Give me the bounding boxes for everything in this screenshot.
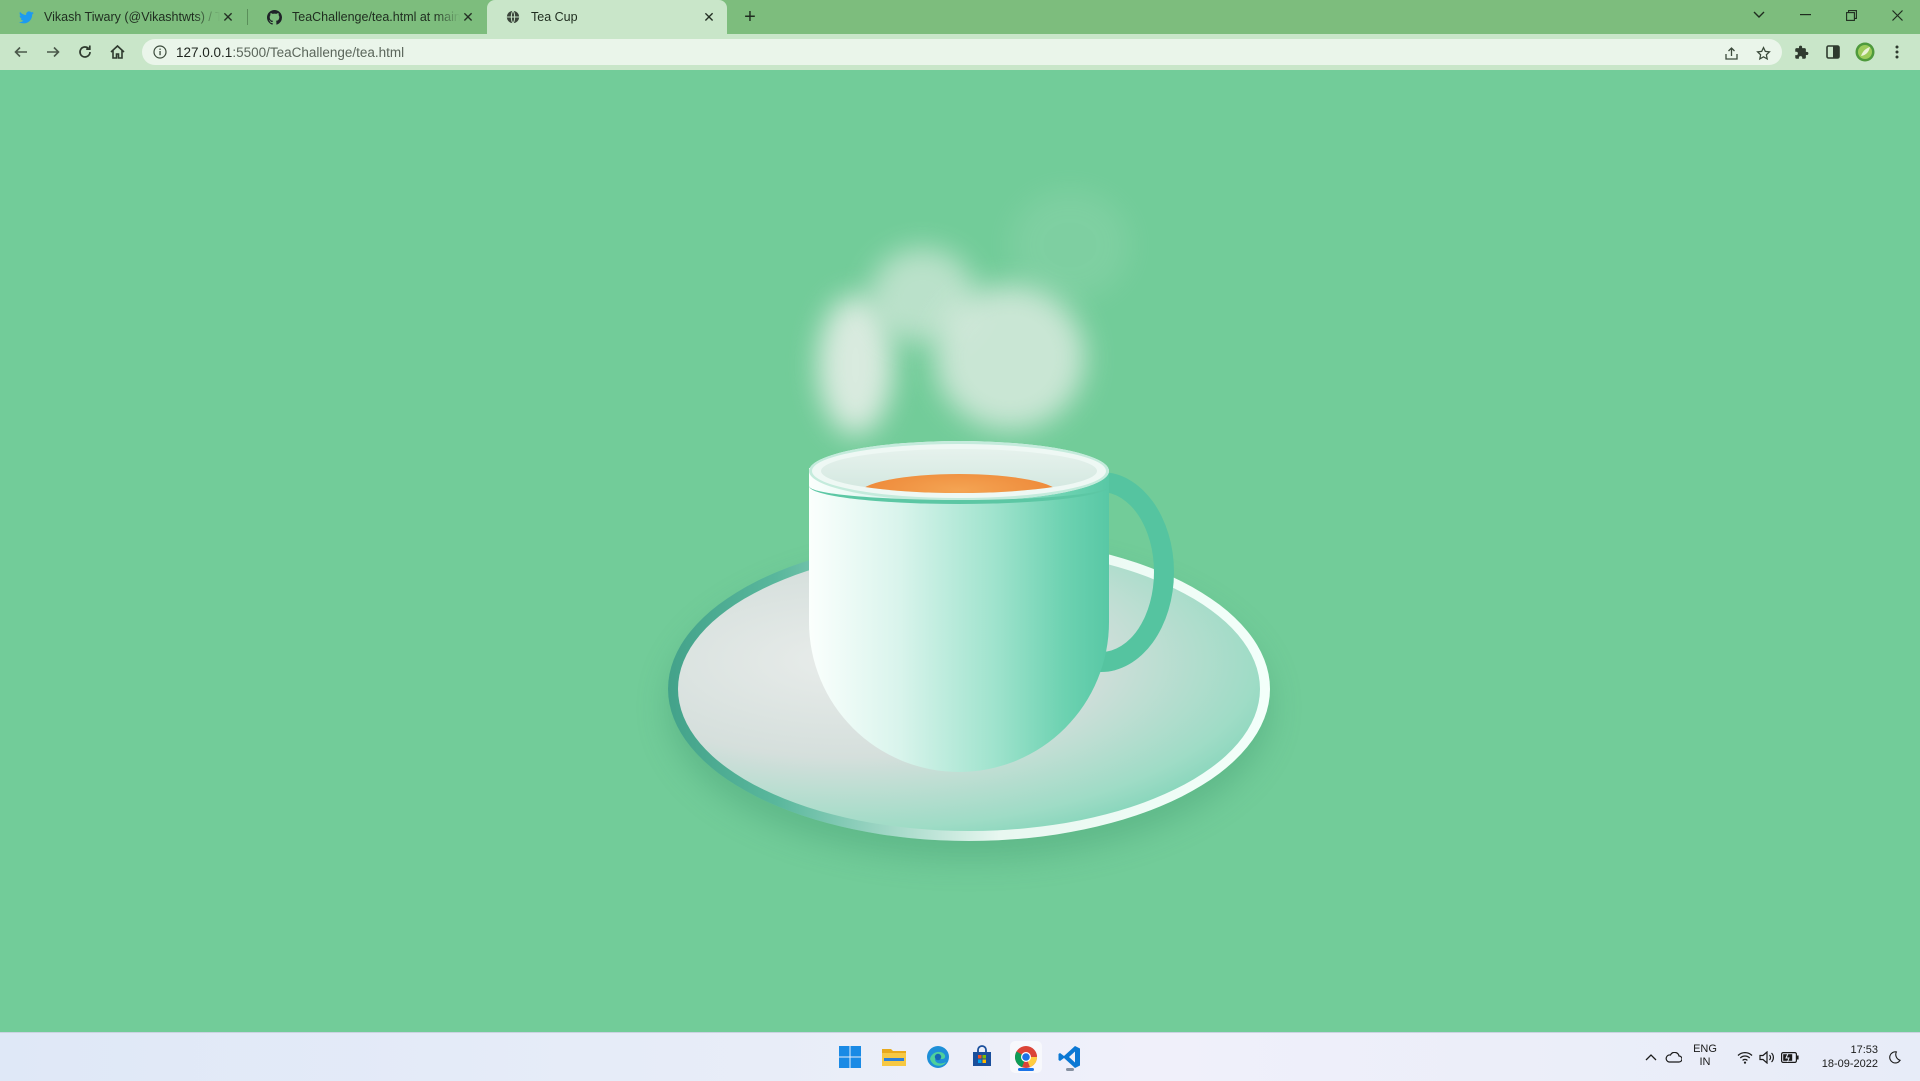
bookmark-star-icon[interactable] <box>1752 43 1774 63</box>
browser-toolbar: 127.0.0.1:5500/TeaChallenge/tea.html <box>0 34 1920 71</box>
extensions-puzzle-icon[interactable] <box>1788 39 1814 65</box>
page-viewport <box>0 70 1920 1032</box>
tab-title: Tea Cup <box>531 10 578 24</box>
running-indicator <box>1066 1068 1074 1071</box>
forward-arrow-icon[interactable] <box>40 39 66 65</box>
windows-taskbar: ENG IN 17:53 18-09-2022 <box>0 1032 1920 1081</box>
menu-kebab-icon[interactable] <box>1884 39 1910 65</box>
twitter-icon <box>18 9 34 25</box>
tab-tea-cup[interactable]: Tea Cup ✕ <box>487 0 727 34</box>
edge-icon[interactable] <box>922 1041 954 1073</box>
tab-strip: Vikash Tiwary (@Vikashtwts) / Twitter ✕ … <box>0 0 1920 34</box>
close-tab-icon[interactable]: ✕ <box>460 9 476 25</box>
chrome-icon[interactable] <box>1010 1041 1042 1073</box>
clock-time: 17:53 <box>1850 1044 1878 1056</box>
url-path: :5500/TeaChallenge/tea.html <box>232 44 405 60</box>
close-tab-icon[interactable]: ✕ <box>220 9 236 25</box>
site-info-icon[interactable] <box>150 42 170 62</box>
tab-twitter[interactable]: Vikash Tiwary (@Vikashtwts) / Twitter ✕ <box>0 0 246 34</box>
tab-title: Vikash Tiwary (@Vikashtwts) / Twitter <box>44 10 220 24</box>
home-icon[interactable] <box>104 39 130 65</box>
close-tab-icon[interactable]: ✕ <box>701 9 717 25</box>
steam-puff <box>1010 190 1130 300</box>
reload-icon[interactable] <box>72 39 98 65</box>
share-icon[interactable] <box>1720 43 1742 63</box>
language-code: ENG <box>1693 1043 1717 1055</box>
tab-title: TeaChallenge/tea.html at main · Vikash <box>292 10 460 24</box>
url-host: 127.0.0.1 <box>176 44 233 60</box>
clock-date: 18-09-2022 <box>1821 1058 1878 1070</box>
new-tab-button[interactable]: + <box>737 4 763 30</box>
tab-github[interactable]: TeaChallenge/tea.html at main · Vikash ✕ <box>248 0 486 34</box>
back-arrow-icon[interactable] <box>8 39 34 65</box>
file-explorer-icon[interactable] <box>878 1041 910 1073</box>
tab-search-icon[interactable] <box>1736 0 1782 30</box>
restore-button[interactable] <box>1828 0 1874 30</box>
windows-start-icon[interactable] <box>834 1041 866 1073</box>
vscode-icon[interactable] <box>1054 1041 1086 1073</box>
side-panel-icon[interactable] <box>1820 39 1846 65</box>
address-bar[interactable]: 127.0.0.1:5500/TeaChallenge/tea.html <box>142 39 1782 65</box>
globe-icon <box>505 9 521 25</box>
cup-body <box>809 468 1109 772</box>
running-indicator <box>1018 1068 1034 1071</box>
onedrive-cloud-icon[interactable] <box>1662 1033 1684 1081</box>
microsoft-store-icon[interactable] <box>966 1041 998 1073</box>
url-text: 127.0.0.1:5500/TeaChallenge/tea.html <box>176 45 404 60</box>
minimize-button[interactable] <box>1782 0 1828 30</box>
volume-icon[interactable] <box>1756 1033 1778 1081</box>
region-code: IN <box>1699 1056 1711 1068</box>
battery-icon[interactable] <box>1778 1033 1802 1081</box>
notification-moon-icon[interactable] <box>1882 1033 1906 1081</box>
system-clock[interactable]: 17:53 18-09-2022 <box>1808 1043 1878 1071</box>
github-icon <box>266 9 282 25</box>
steam-puff <box>935 285 1085 430</box>
wifi-icon[interactable] <box>1734 1033 1756 1081</box>
chevron-up-icon[interactable] <box>1640 1033 1662 1081</box>
profile-avatar[interactable] <box>1852 39 1878 65</box>
close-window-button[interactable] <box>1874 0 1920 30</box>
language-indicator[interactable]: ENG IN <box>1688 1043 1722 1069</box>
